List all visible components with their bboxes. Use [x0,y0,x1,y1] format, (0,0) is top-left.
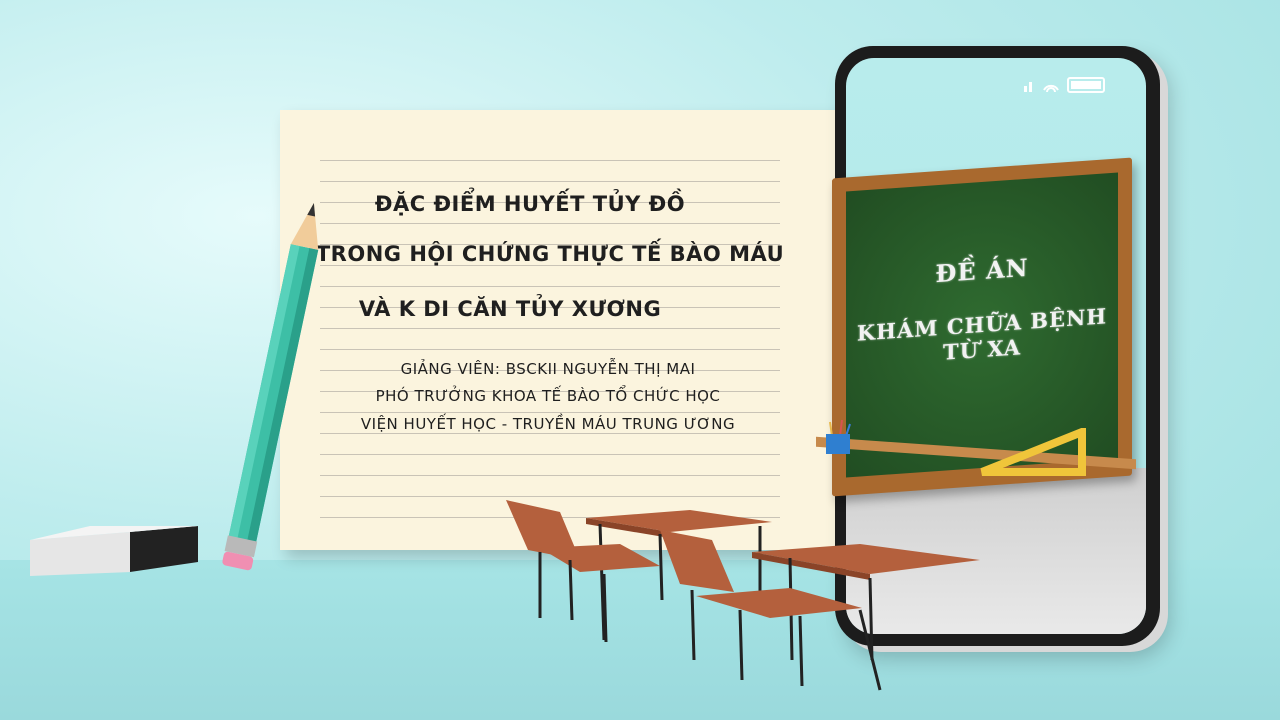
school-desks [506,500,980,691]
